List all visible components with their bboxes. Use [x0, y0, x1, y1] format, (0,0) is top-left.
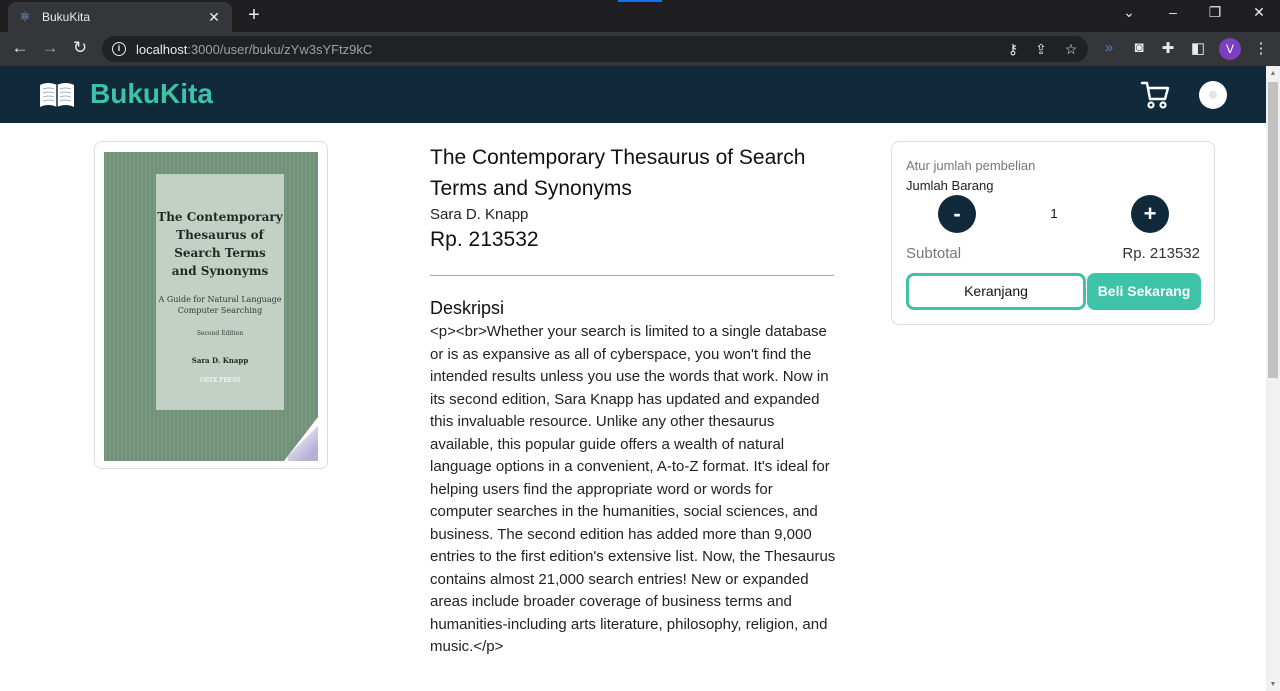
back-icon[interactable]: ← [8, 38, 32, 58]
subtotal-value: Rp. 213532 [1122, 245, 1200, 262]
forward-icon[interactable]: → [38, 38, 62, 58]
open-book-icon[interactable] [38, 80, 76, 110]
menu-dots-icon[interactable]: ⋮ [1250, 39, 1272, 57]
minimize-icon[interactable]: – [1158, 4, 1188, 20]
cover-panel: The Contemporary Thesaurus of Search Ter… [156, 174, 284, 410]
sidepanel-icon[interactable]: ◧ [1187, 39, 1209, 57]
book-cover-image: The Contemporary Thesaurus of Search Ter… [104, 152, 318, 461]
book-cover-card: The Contemporary Thesaurus of Search Ter… [94, 141, 328, 469]
restore-icon[interactable]: ❐ [1200, 4, 1230, 21]
book-price: Rp. 213532 [430, 228, 539, 251]
star-icon[interactable]: ☆ [1062, 41, 1080, 58]
brand-logo[interactable]: BukuKita [90, 78, 213, 110]
cover-subtitle: A Guide for Natural Language Computer Se… [158, 295, 282, 315]
divider [430, 275, 834, 276]
share-icon[interactable]: ⇪ [1032, 41, 1050, 58]
puzzle-icon[interactable]: ✚ [1157, 39, 1179, 57]
tab-title: BukuKita [42, 10, 91, 24]
profile-avatar[interactable]: V [1219, 38, 1241, 60]
purchase-heading: Atur jumlah pembelian [906, 158, 1036, 173]
scroll-down-arrow-icon[interactable]: ▼ [1266, 681, 1280, 688]
info-icon[interactable]: i [112, 42, 126, 56]
key-icon[interactable]: ⚷ [1004, 41, 1022, 58]
cover-edition: Second Edition [196, 330, 244, 337]
scroll-up-arrow-icon[interactable]: ▲ [1266, 70, 1280, 77]
tab-close-icon[interactable]: ✕ [206, 9, 222, 26]
scrollbar-thumb[interactable] [1268, 82, 1278, 378]
book-author: Sara D. Knapp [430, 206, 529, 223]
react-favicon-icon: ⚛ [19, 9, 31, 24]
browser-toolbar: ← → ↻ i localhost:3000/user/buku/zYw3sYF… [0, 32, 1280, 66]
cover-author: Sara D. Knapp [191, 356, 249, 365]
cart-icon[interactable] [1140, 80, 1170, 110]
page-scrollbar[interactable]: ▲ ▼ [1266, 66, 1280, 691]
page-content: BukuKita The Contemporary Thesaurus of S… [0, 66, 1266, 691]
page-curl-fold [288, 421, 318, 461]
browser-tab[interactable]: ⚛ BukuKita ✕ [8, 2, 232, 32]
subtotal-label: Subtotal [906, 245, 962, 262]
description-heading: Deskripsi [430, 298, 505, 318]
extension-arrows-icon[interactable]: » [1098, 39, 1120, 56]
cover-publisher: ORYX PRESS [199, 377, 241, 384]
reload-icon[interactable]: ↻ [68, 38, 92, 58]
book-description: <p><br>Whether your search is limited to… [430, 323, 836, 655]
new-tab-button[interactable]: + [242, 4, 266, 27]
camera-icon[interactable]: ◙ [1128, 39, 1150, 56]
close-icon[interactable]: ✕ [1244, 4, 1274, 21]
app-navbar: BukuKita [0, 66, 1266, 123]
cover-title: The Contemporary Thesaurus of Search Ter… [157, 210, 283, 278]
address-bar[interactable]: i localhost:3000/user/buku/zYw3sYFtz9kC … [102, 36, 1088, 62]
quantity-label: Jumlah Barang [906, 178, 994, 193]
browser-tab-bar: ⚛ BukuKita ✕ + ⌄ – ❐ ✕ [0, 0, 1280, 32]
purchase-card: Atur jumlah pembelian Jumlah Barang - 1 … [891, 141, 1215, 325]
quantity-value: 1 [1050, 206, 1058, 221]
url-text: localhost:3000/user/buku/zYw3sYFtz9kC [136, 41, 373, 57]
add-to-cart-button[interactable]: Keranjang [906, 273, 1086, 310]
decrease-quantity-button[interactable]: - [938, 195, 976, 233]
chevron-down-icon[interactable]: ⌄ [1114, 4, 1144, 21]
book-title: The Contemporary Thesaurus of Search Ter… [430, 146, 806, 200]
user-avatar[interactable] [1199, 81, 1227, 109]
increase-quantity-button[interactable]: + [1131, 195, 1169, 233]
buy-now-button[interactable]: Beli Sekarang [1087, 273, 1201, 310]
tab-strip-accent [618, 0, 662, 2]
